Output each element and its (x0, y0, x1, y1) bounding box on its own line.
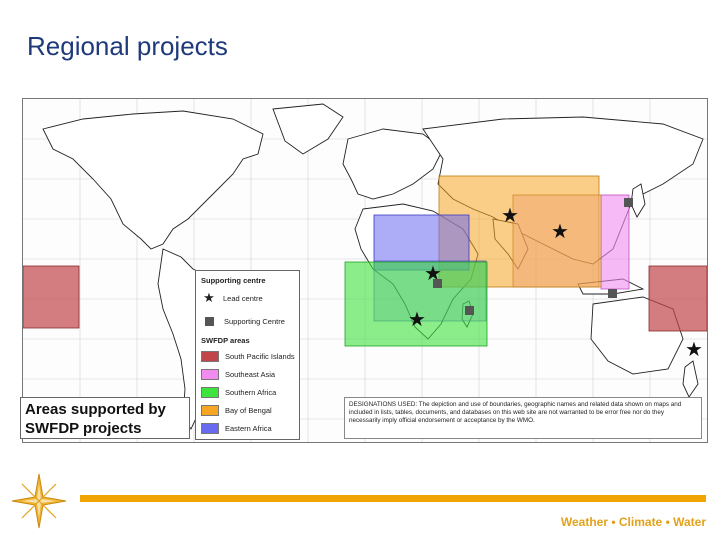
legend-area-row: Bay of Bengal (201, 405, 272, 416)
lead-centre-star-icon: ★ (501, 203, 519, 227)
legend-area-label: Southeast Asia (225, 370, 276, 379)
legend-area-row: South Pacific Islands (201, 351, 295, 362)
legend-lead-label: Lead centre (223, 293, 263, 303)
supporting-centre-square-icon (608, 289, 617, 298)
footer-tagline: Weather • Climate • Water (560, 515, 706, 529)
swatch-south-pacific (201, 351, 219, 362)
region-southern-africa (344, 261, 488, 347)
legend-area-row: Southern Africa (201, 387, 276, 398)
new-zealand (682, 360, 699, 398)
legend-support-label: Supporting Centre (224, 317, 285, 326)
north-america (42, 110, 264, 250)
legend-area-label: Southern Africa (225, 388, 277, 397)
supporting-centre-square-icon (433, 279, 442, 288)
wmo-compass-logo-icon (11, 473, 67, 529)
footer-accent-bar (80, 495, 706, 502)
map-canvas: ★ ★ ★ ★ ★ (23, 99, 707, 442)
europe (342, 128, 444, 200)
region-south-pacific-west (23, 265, 80, 329)
caption-line-2: SWFDP projects (25, 420, 142, 437)
legend-supporting-header: Supporting centre (201, 276, 266, 285)
star-icon: ★ (203, 290, 215, 305)
region-south-pacific-east (648, 265, 707, 332)
supporting-centre-square-icon (465, 306, 474, 315)
map-caption: Areas supported by SWFDP projects (20, 397, 190, 439)
designations-disclaimer: DESIGNATIONS USED: The depiction and use… (344, 397, 702, 439)
swatch-southeast-asia (201, 369, 219, 380)
swatch-bay-of-bengal (201, 405, 219, 416)
greenland (272, 103, 344, 155)
legend-lead-row: ★ Lead centre (201, 290, 263, 305)
lead-centre-star-icon: ★ (408, 307, 426, 331)
swatch-eastern-africa (201, 423, 219, 434)
region-southeast-asia (600, 194, 630, 290)
swatch-southern-africa (201, 387, 219, 398)
legend-area-row: Southeast Asia (201, 369, 275, 380)
map-legend: Supporting centre ★ Lead centre Supporti… (195, 270, 300, 440)
caption-line-1: Areas supported by (25, 401, 166, 418)
page-title: Regional projects (27, 31, 228, 61)
supporting-centre-square-icon (624, 198, 633, 207)
lead-centre-star-icon: ★ (551, 219, 569, 243)
lead-centre-star-icon: ★ (685, 337, 703, 361)
legend-area-label: Bay of Bengal (225, 406, 272, 415)
legend-area-row: Eastern Africa (201, 423, 272, 434)
legend-areas-header: SWFDP areas (201, 336, 250, 345)
square-icon (205, 317, 214, 326)
legend-area-label: Eastern Africa (225, 424, 272, 433)
legend-area-label: South Pacific Islands (225, 352, 295, 361)
legend-support-row: Supporting Centre (201, 317, 285, 326)
world-map: ★ ★ ★ ★ ★ (22, 98, 708, 443)
